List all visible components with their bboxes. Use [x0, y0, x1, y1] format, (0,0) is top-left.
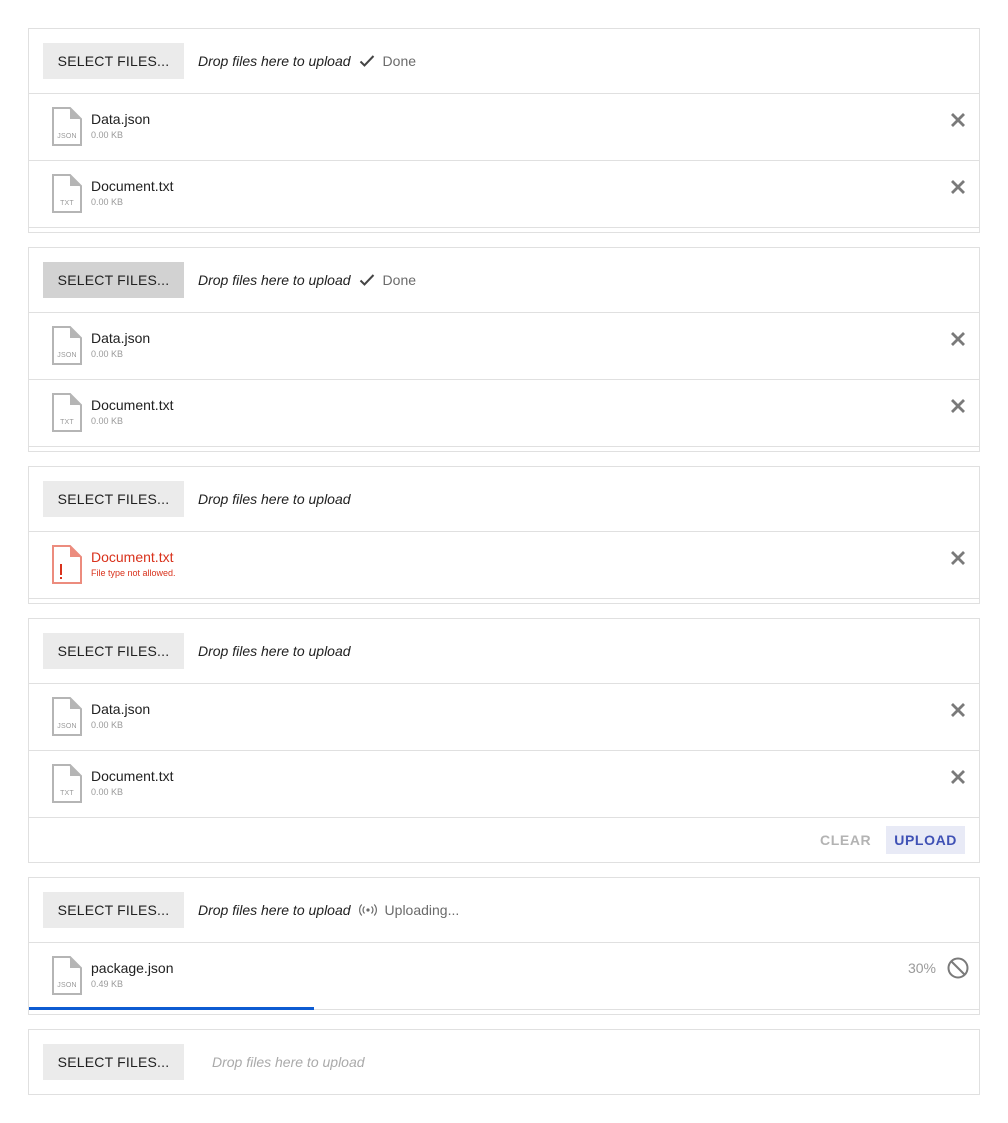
file-item: TXT Document.txt 0.00 KB: [29, 380, 979, 447]
file-size: 0.00 KB: [91, 349, 124, 359]
file-size: 0.00 KB: [91, 720, 124, 730]
file-list: JSON Data.json 0.00 KB TXT Document.txt …: [29, 313, 979, 447]
close-icon: [951, 551, 965, 565]
close-icon: [951, 399, 965, 413]
select-files-button[interactable]: SELECT FILES...: [43, 481, 184, 517]
file-size: 0.00 KB: [91, 787, 124, 797]
file-name: package.json: [91, 960, 174, 976]
upload-dropzone[interactable]: SELECT FILES... Drop files here to uploa…: [29, 878, 979, 943]
drop-hint: Drop files here to upload: [198, 53, 351, 69]
select-files-button[interactable]: SELECT FILES...: [43, 43, 184, 79]
file-name: Document.txt: [91, 178, 174, 194]
close-icon: [951, 332, 965, 346]
file-extension: TXT: [60, 200, 74, 207]
upload-widget-1: SELECT FILES... Drop files here to uploa…: [28, 28, 980, 233]
remove-file-button[interactable]: [947, 109, 969, 131]
drop-hint: Drop files here to upload: [198, 491, 351, 507]
file-extension: JSON: [57, 133, 77, 140]
file-error-message: File type not allowed.: [91, 568, 176, 578]
file-item-uploading: JSON package.json 0.49 KB 30%: [29, 943, 979, 1010]
file-icon: TXT: [52, 174, 82, 213]
file-name: Data.json: [91, 330, 151, 346]
remove-file-button[interactable]: [947, 395, 969, 417]
select-files-button[interactable]: SELECT FILES...: [43, 262, 184, 298]
clear-button[interactable]: CLEAR: [811, 826, 880, 854]
upload-dropzone[interactable]: SELECT FILES... Drop files here to uploa…: [29, 29, 979, 94]
file-size: 0.00 KB: [91, 197, 124, 207]
file-icon: JSON: [52, 697, 82, 736]
cancel-upload-button[interactable]: [946, 956, 970, 980]
status-text: Done: [382, 53, 417, 69]
upload-dropzone[interactable]: SELECT FILES... Drop files here to uploa…: [29, 248, 979, 313]
remove-file-button[interactable]: [947, 766, 969, 788]
file-item-error: Document.txt File type not allowed.: [29, 532, 979, 599]
close-icon: [951, 770, 965, 784]
file-extension: TXT: [60, 790, 74, 797]
file-name: Document.txt: [91, 549, 174, 565]
file-item: JSON Data.json 0.00 KB: [29, 684, 979, 751]
file-name: Data.json: [91, 111, 151, 127]
file-item: TXT Document.txt 0.00 KB: [29, 161, 979, 228]
upload-widget-6-disabled: SELECT FILES... Drop files here to uploa…: [28, 1029, 980, 1095]
close-icon: [951, 703, 965, 717]
close-icon: [951, 113, 965, 127]
upload-status: Done: [359, 272, 416, 288]
upload-widget-2: SELECT FILES... Drop files here to uploa…: [28, 247, 980, 452]
file-list: JSON package.json 0.49 KB 30%: [29, 943, 979, 1010]
file-list: JSON Data.json 0.00 KB TXT Document.txt …: [29, 684, 979, 818]
file-name: Document.txt: [91, 768, 174, 784]
file-name: Data.json: [91, 701, 151, 717]
upload-actions: CLEAR UPLOAD: [811, 826, 965, 854]
file-extension: JSON: [57, 982, 77, 989]
upload-widget-4: SELECT FILES... Drop files here to uploa…: [28, 618, 980, 863]
drop-hint: Drop files here to upload: [212, 1054, 365, 1070]
remove-file-button[interactable]: [947, 328, 969, 350]
cancel-icon: [947, 957, 969, 979]
upload-widget-3: SELECT FILES... Drop files here to uploa…: [28, 466, 980, 604]
file-icon: JSON: [52, 107, 82, 146]
file-size: 0.00 KB: [91, 130, 124, 140]
file-icon: TXT: [52, 764, 82, 803]
remove-file-button[interactable]: [947, 547, 969, 569]
drop-hint: Drop files here to upload: [198, 902, 351, 918]
check-icon: [359, 55, 374, 67]
file-list: Document.txt File type not allowed.: [29, 532, 979, 599]
file-icon: JSON: [52, 956, 82, 995]
upload-status: Done: [359, 53, 416, 69]
file-list: JSON Data.json 0.00 KB TXT Document.txt …: [29, 94, 979, 228]
file-icon: TXT: [52, 393, 82, 432]
status-text: Uploading...: [384, 902, 460, 918]
upload-widget-5: SELECT FILES... Drop files here to uploa…: [28, 877, 980, 1015]
file-extension: TXT: [60, 419, 74, 426]
file-extension: JSON: [57, 352, 77, 359]
file-item: JSON Data.json 0.00 KB: [29, 94, 979, 161]
check-icon: [359, 274, 374, 286]
uploading-icon: [358, 904, 377, 916]
progress-percent: 30%: [907, 960, 936, 976]
upload-progress-bar: [29, 1007, 314, 1010]
file-icon: JSON: [52, 326, 82, 365]
remove-file-button[interactable]: [947, 176, 969, 198]
drop-hint: Drop files here to upload: [198, 272, 351, 288]
remove-file-button[interactable]: [947, 699, 969, 721]
status-text: Done: [382, 272, 417, 288]
close-icon: [951, 180, 965, 194]
file-extension: JSON: [57, 723, 77, 730]
upload-button[interactable]: UPLOAD: [886, 826, 965, 854]
file-error-icon: [52, 545, 82, 584]
select-files-button[interactable]: SELECT FILES...: [43, 892, 184, 928]
upload-dropzone[interactable]: SELECT FILES... Drop files here to uploa…: [29, 467, 979, 532]
file-item: TXT Document.txt 0.00 KB: [29, 751, 979, 818]
upload-status: Uploading...: [358, 902, 460, 918]
upload-dropzone[interactable]: SELECT FILES... Drop files here to uploa…: [29, 619, 979, 684]
file-size: 0.49 KB: [91, 979, 124, 989]
upload-dropzone: SELECT FILES... Drop files here to uploa…: [29, 1030, 979, 1094]
select-files-button[interactable]: SELECT FILES...: [43, 1044, 184, 1080]
file-item: JSON Data.json 0.00 KB: [29, 313, 979, 380]
drop-hint: Drop files here to upload: [198, 643, 351, 659]
file-name: Document.txt: [91, 397, 174, 413]
select-files-button[interactable]: SELECT FILES...: [43, 633, 184, 669]
file-size: 0.00 KB: [91, 416, 124, 426]
